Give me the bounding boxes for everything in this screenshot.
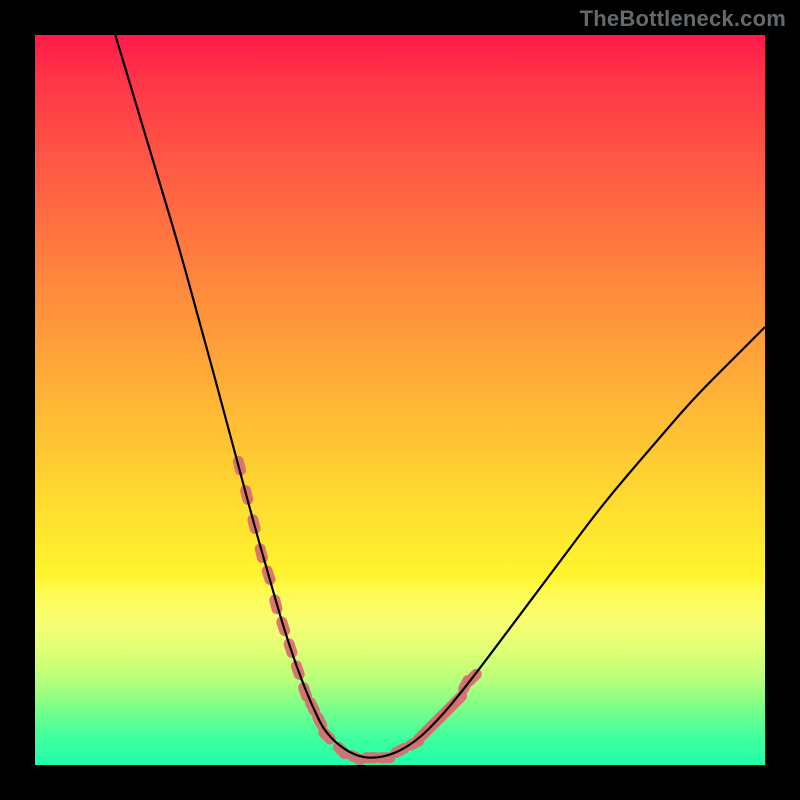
outer-frame: TheBottleneck.com xyxy=(0,0,800,800)
gradient-background xyxy=(35,35,765,765)
plot-area xyxy=(35,35,765,765)
watermark-text: TheBottleneck.com xyxy=(580,6,786,32)
